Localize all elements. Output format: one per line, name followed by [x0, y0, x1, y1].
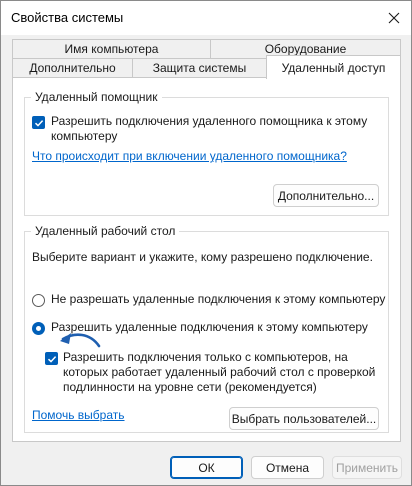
help-choose-link[interactable]: Помочь выбрать [32, 408, 125, 422]
deny-connections-radio[interactable] [32, 294, 45, 307]
cancel-button-label: Отмена [265, 460, 310, 475]
nla-label: Разрешить подключения только с компьютер… [63, 350, 376, 394]
close-button[interactable] [377, 1, 411, 35]
ok-button[interactable]: ОК [170, 456, 243, 479]
tab-label: Дополнительно [29, 61, 116, 75]
cancel-button[interactable]: Отмена [251, 456, 324, 479]
nla-checkbox[interactable] [45, 352, 58, 365]
tab-label: Удаленный доступ [281, 60, 386, 75]
remote-desktop-prompt: Выберите вариант и укажите, кому разреше… [32, 250, 373, 264]
tab-label: Имя компьютера [64, 42, 159, 56]
remote-assistance-legend: Удаленный помощник [31, 90, 162, 104]
checkmark-icon [47, 355, 56, 363]
ok-button-label: ОК [198, 460, 215, 475]
remote-desktop-legend: Удаленный рабочий стол [31, 224, 180, 238]
tab-computer-name[interactable]: Имя компьютера [12, 39, 211, 59]
deny-connections-label: Не разрешать удаленные подключения к это… [51, 292, 386, 306]
tab-label: Оборудование [264, 42, 347, 56]
select-users-button-label: Выбрать пользователей... [231, 411, 377, 426]
remote-tab-panel: Удаленный помощник Разрешить подключения… [12, 77, 401, 442]
close-icon [388, 12, 400, 24]
select-users-button[interactable]: Выбрать пользователей... [229, 407, 379, 430]
allow-connections-radio[interactable] [32, 322, 45, 335]
allow-connections-label: Разрешить удаленные подключения к этому … [51, 320, 368, 334]
assistance-info-link[interactable]: Что происходит при включении удаленного … [32, 149, 347, 163]
system-properties-window: Свойства системы Имя компьютера Оборудов… [0, 0, 412, 486]
apply-button[interactable]: Применить [332, 456, 402, 479]
advanced-button-label: Дополнительно... [277, 188, 375, 203]
tab-remote[interactable]: Удаленный доступ [266, 55, 401, 79]
title-bar: Свойства системы [1, 1, 411, 35]
apply-button-label: Применить [335, 460, 398, 475]
tab-advanced[interactable]: Дополнительно [12, 58, 133, 78]
tab-label: Защита системы [152, 61, 247, 75]
checkmark-icon [34, 119, 43, 127]
advanced-button[interactable]: Дополнительно... [273, 184, 379, 207]
window-title: Свойства системы [11, 10, 124, 25]
tab-system-protection[interactable]: Защита системы [132, 58, 267, 78]
allow-assistance-checkbox[interactable] [32, 116, 45, 129]
allow-assistance-label: Разрешить подключения удаленного помощни… [51, 114, 368, 143]
